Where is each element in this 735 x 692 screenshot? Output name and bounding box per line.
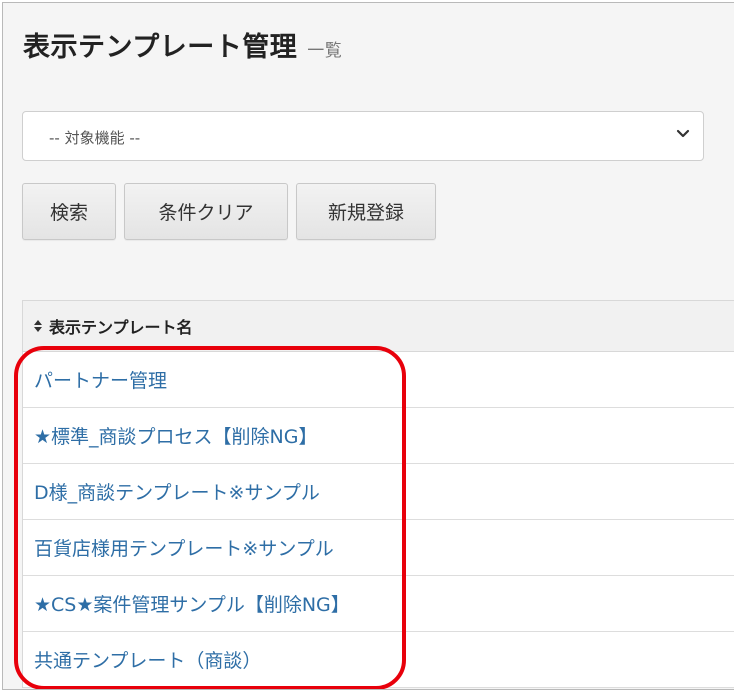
clear-conditions-button[interactable]: 条件クリア	[124, 183, 288, 240]
chevron-down-icon	[676, 129, 690, 138]
template-link[interactable]: 百貨店様用テンプレート※サンプル	[34, 534, 334, 561]
column-header-label: 表示テンプレート名	[49, 318, 193, 337]
page-title-text: 表示テンプレート管理	[23, 32, 298, 63]
column-header-template-name[interactable]: 表示テンプレート名	[23, 301, 734, 352]
page-title: 表示テンプレート管理 一覧	[23, 25, 342, 64]
table-row: ★CS★案件管理サンプル【削除NG】	[23, 576, 734, 632]
template-link[interactable]: ★標準_商談プロセス【削除NG】	[34, 422, 317, 449]
table-row: パートナー管理	[23, 352, 734, 408]
template-link[interactable]: パートナー管理	[34, 366, 167, 393]
table-row: D様_商談テンプレート※サンプル	[23, 464, 734, 520]
target-function-select[interactable]: -- 対象機能 --	[22, 111, 704, 161]
select-value: -- 対象機能 --	[49, 129, 141, 147]
template-link[interactable]: D様_商談テンプレート※サンプル	[34, 478, 320, 505]
table-row: ★標準_商談プロセス【削除NG】	[23, 408, 734, 464]
template-table: 表示テンプレート名 パートナー管理 ★標準_商談プロセス【削除NG】 D様_商談…	[22, 300, 734, 688]
template-link[interactable]: ★CS★案件管理サンプル【削除NG】	[34, 590, 350, 617]
page-subtitle: 一覧	[307, 41, 343, 61]
search-button[interactable]: 検索	[22, 183, 116, 240]
table-row: 共通テンプレート（商談）	[23, 632, 734, 688]
template-link[interactable]: 共通テンプレート（商談）	[34, 646, 261, 673]
table-row: 百貨店様用テンプレート※サンプル	[23, 520, 734, 576]
page-frame: 表示テンプレート管理 一覧 -- 対象機能 -- 検索 条件クリア 新規登録 表示…	[2, 2, 734, 690]
sort-icon	[34, 320, 42, 332]
new-registration-button[interactable]: 新規登録	[296, 183, 436, 240]
